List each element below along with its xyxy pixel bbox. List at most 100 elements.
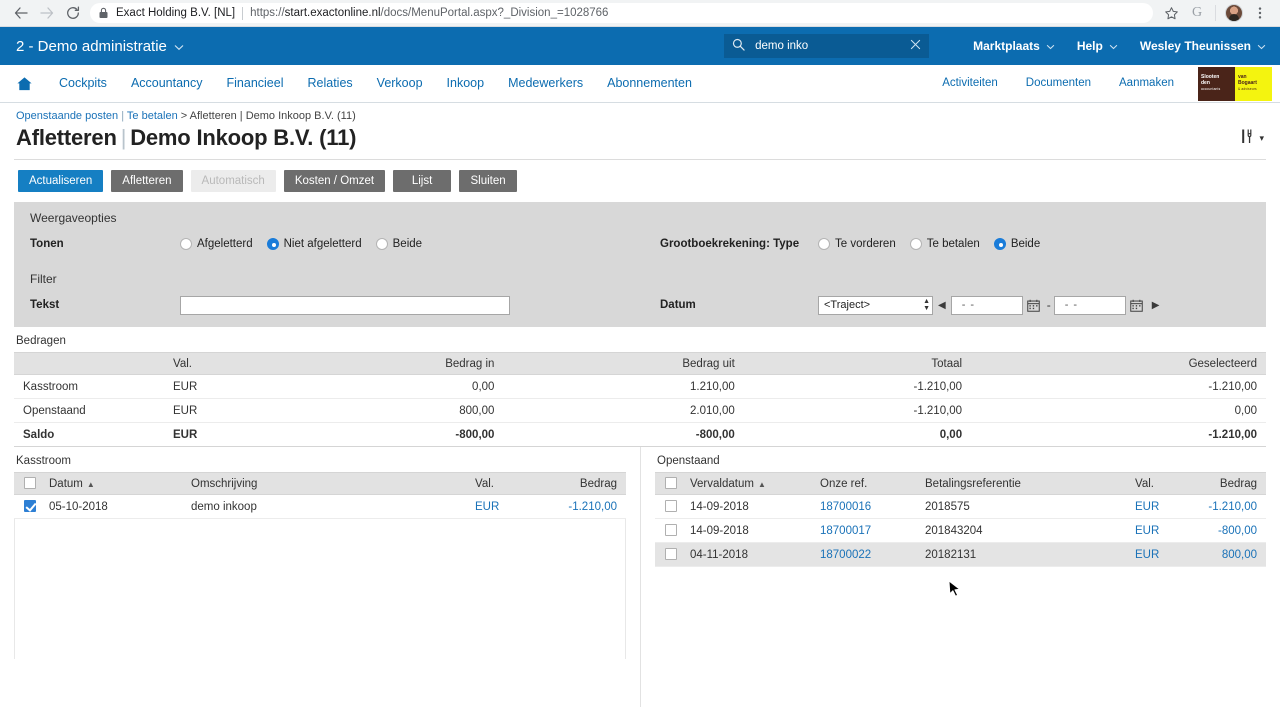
- table-row[interactable]: 14-09-2018 18700016 2018575 EUR -1.210,0…: [655, 494, 1266, 519]
- kosten-omzet-button[interactable]: Kosten / Omzet: [283, 170, 386, 192]
- administration-label: 2 - Demo administratie: [16, 37, 167, 55]
- calendar-icon[interactable]: [1023, 299, 1044, 312]
- col-header-bedrag[interactable]: Bedrag: [1186, 472, 1266, 495]
- cell-bedrag[interactable]: -1.210,00: [536, 494, 626, 519]
- radio-dot: [909, 238, 922, 250]
- action-toolbar: Actualiseren Afletteren Automatisch Kost…: [0, 160, 1280, 202]
- grootboek-radio-beide[interactable]: Beide: [993, 238, 1040, 250]
- calendar-icon[interactable]: [1126, 299, 1147, 312]
- breadcrumb-link-openstaande-posten[interactable]: Openstaande posten: [16, 110, 118, 122]
- cell-val[interactable]: EUR: [1126, 542, 1186, 567]
- nav-item-activiteiten[interactable]: Activiteiten: [928, 65, 1012, 102]
- clear-search-icon[interactable]: [910, 39, 921, 53]
- lijst-button[interactable]: Lijst: [393, 170, 452, 192]
- col-header-omschrijving[interactable]: Omschrijving: [182, 472, 466, 495]
- row-checkbox[interactable]: [665, 500, 677, 513]
- nav-item-financieel[interactable]: Financieel: [215, 65, 296, 102]
- cell-bedrag[interactable]: -1.210,00: [1186, 494, 1266, 519]
- page-tools[interactable]: ▾: [1241, 123, 1264, 147]
- col-header-bedrag-uit: Bedrag uit: [503, 352, 744, 375]
- chevron-down-icon[interactable]: ▾: [1259, 133, 1264, 144]
- split-tables: Kasstroom Datum ▲ Omschrijving Val. Bedra…: [14, 447, 1266, 707]
- cell-val[interactable]: EUR: [466, 494, 536, 519]
- tonen-radio-afgeletterd[interactable]: Afgeletterd: [180, 238, 253, 250]
- cell-val[interactable]: EUR: [1126, 518, 1186, 543]
- nav-item-verkoop[interactable]: Verkoop: [365, 65, 435, 102]
- header-link-help[interactable]: Help: [1077, 39, 1118, 53]
- afletteren-button[interactable]: Afletteren: [111, 170, 183, 192]
- date-from-input[interactable]: - -: [950, 295, 1023, 315]
- header-link-user[interactable]: Wesley Theunissen: [1140, 39, 1266, 53]
- row-checkbox[interactable]: [665, 524, 677, 537]
- col-header-select-all[interactable]: [14, 472, 40, 495]
- home-icon[interactable]: [10, 76, 47, 92]
- traject-select[interactable]: <Traject> ▲ ▼: [818, 295, 933, 315]
- date-to-input[interactable]: - -: [1053, 295, 1126, 315]
- three-dot-menu-icon[interactable]: [1248, 1, 1272, 25]
- cell-checkbox[interactable]: [655, 542, 681, 567]
- cell-bedrag[interactable]: 800,00: [1186, 542, 1266, 567]
- nav-item-inkoop[interactable]: Inkoop: [435, 65, 497, 102]
- nav-item-relaties[interactable]: Relaties: [296, 65, 365, 102]
- col-header-onze-ref[interactable]: Onze ref.: [811, 472, 916, 495]
- breadcrumb-link-te-betalen[interactable]: Te betalen: [127, 110, 178, 122]
- address-bar[interactable]: Exact Holding B.V. [NL] https://start.ex…: [90, 3, 1153, 23]
- profile-avatar[interactable]: [1222, 1, 1246, 25]
- col-header-bedrag[interactable]: Bedrag: [536, 472, 626, 495]
- row-checkbox-checked[interactable]: [24, 500, 36, 513]
- select-all-checkbox[interactable]: [665, 477, 677, 490]
- nav-item-documenten[interactable]: Documenten: [1012, 65, 1105, 102]
- nav-item-abonnementen[interactable]: Abonnementen: [595, 65, 704, 102]
- nav-item-accountancy[interactable]: Accountancy: [119, 65, 215, 102]
- cell-checkbox[interactable]: [14, 494, 40, 519]
- tekst-filter-input[interactable]: [180, 295, 510, 315]
- search-icon: [732, 38, 745, 54]
- cell-checkbox[interactable]: [655, 494, 681, 519]
- grootboek-radio-te-betalen[interactable]: Te betalen: [909, 238, 980, 250]
- prev-arrow-icon[interactable]: ◀: [933, 300, 951, 311]
- header-link-marktplaats[interactable]: Marktplaats: [973, 39, 1055, 53]
- tonen-label: Tonen: [30, 238, 64, 250]
- cell-onze-ref[interactable]: 18700016: [811, 494, 916, 519]
- table-row[interactable]: 14-09-2018 18700017 201843204 EUR -800,0…: [655, 518, 1266, 543]
- star-icon[interactable]: [1159, 1, 1183, 25]
- sluiten-button[interactable]: Sluiten: [459, 170, 518, 192]
- global-search[interactable]: demo inko: [724, 34, 930, 58]
- cell-onze-ref[interactable]: 18700022: [811, 542, 916, 567]
- table-row[interactable]: 05-10-2018 demo inkoop EUR -1.210,00: [14, 494, 626, 519]
- next-arrow-icon[interactable]: ▶: [1147, 300, 1165, 311]
- search-input[interactable]: demo inko: [745, 40, 910, 52]
- select-all-checkbox[interactable]: [24, 477, 36, 490]
- chevron-down-icon: [1257, 39, 1266, 53]
- tonen-radio-beide[interactable]: Beide: [375, 238, 422, 250]
- main-navigation: Cockpits Accountancy Financieel Relaties…: [0, 65, 1280, 103]
- actualiseren-button[interactable]: Actualiseren: [18, 170, 104, 192]
- col-header-datum[interactable]: Datum ▲: [40, 472, 182, 495]
- col-header-val[interactable]: Val.: [1126, 472, 1186, 495]
- cell-checkbox[interactable]: [655, 518, 681, 543]
- col-header-betalingsreferentie[interactable]: Betalingsreferentie: [916, 472, 1126, 495]
- col-header-select-all[interactable]: [655, 472, 681, 495]
- nav-item-medewerkers[interactable]: Medewerkers: [496, 65, 595, 102]
- col-header-vervaldatum[interactable]: Vervaldatum ▲: [681, 472, 811, 495]
- cell-onze-ref[interactable]: 18700017: [811, 518, 916, 543]
- google-icon[interactable]: G: [1185, 1, 1209, 25]
- back-arrow-icon[interactable]: [8, 0, 34, 26]
- row-checkbox[interactable]: [665, 548, 677, 561]
- grootboek-radio-te-vorderen[interactable]: Te vorderen: [818, 238, 896, 250]
- openstaand-table: Vervaldatum ▲ Onze ref. Betalingsreferent…: [655, 472, 1266, 567]
- cell-val[interactable]: EUR: [1126, 494, 1186, 519]
- tools-settings-icon[interactable]: [1241, 129, 1255, 147]
- nav-item-cockpits[interactable]: Cockpits: [47, 65, 119, 102]
- tonen-radio-niet-afgeletterd[interactable]: Niet afgeletterd: [266, 238, 362, 250]
- nav-item-aanmaken[interactable]: Aanmaken: [1105, 65, 1188, 102]
- forward-arrow-icon[interactable]: [34, 0, 60, 26]
- col-header-val[interactable]: Val.: [466, 472, 536, 495]
- reload-icon[interactable]: [60, 0, 86, 26]
- cell-bedrag[interactable]: -800,00: [1186, 518, 1266, 543]
- cell-val: EUR: [164, 374, 274, 399]
- table-header-row: Vervaldatum ▲ Onze ref. Betalingsreferent…: [655, 472, 1266, 495]
- table-row-selected[interactable]: 04-11-2018 18700022 20182131 EUR 800,00: [655, 542, 1266, 567]
- administration-selector[interactable]: 2 - Demo administratie: [16, 38, 184, 55]
- cell-omschrijving: demo inkoop: [182, 494, 466, 519]
